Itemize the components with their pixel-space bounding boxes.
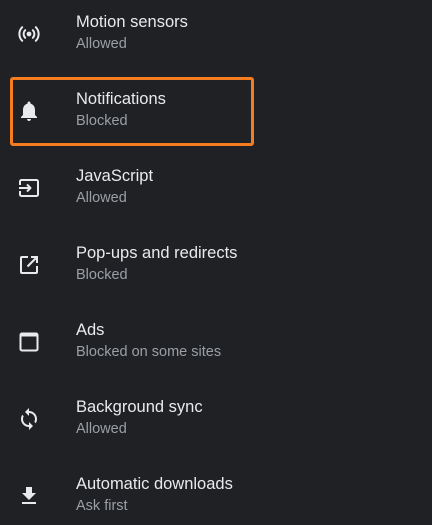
external-link-icon bbox=[17, 253, 41, 277]
setting-item-automatic-downloads[interactable]: Automatic downloads Ask first bbox=[0, 474, 432, 525]
setting-status: Blocked bbox=[76, 267, 128, 283]
setting-status: Ask first bbox=[76, 498, 128, 514]
download-icon bbox=[17, 484, 41, 508]
setting-item-popups-redirects[interactable]: Pop-ups and redirects Blocked bbox=[0, 243, 432, 303]
setting-status: Blocked on some sites bbox=[76, 344, 222, 360]
setting-title: Ads bbox=[76, 321, 105, 339]
site-settings-list: Motion sensors Allowed Notifications Blo… bbox=[0, 0, 432, 525]
setting-item-javascript[interactable]: JavaScript Allowed bbox=[0, 166, 432, 226]
setting-title: JavaScript bbox=[76, 167, 154, 185]
setting-item-notifications[interactable]: Notifications Blocked bbox=[0, 89, 432, 149]
setting-status: Allowed bbox=[76, 36, 127, 52]
setting-title: Automatic downloads bbox=[76, 475, 233, 493]
sync-icon bbox=[17, 407, 41, 431]
setting-status: Blocked bbox=[76, 113, 128, 129]
setting-title: Pop-ups and redirects bbox=[76, 244, 238, 262]
setting-title: Notifications bbox=[76, 90, 166, 108]
setting-item-ads[interactable]: Ads Blocked on some sites bbox=[0, 320, 432, 380]
setting-status: Allowed bbox=[76, 190, 127, 206]
setting-title: Background sync bbox=[76, 398, 203, 416]
javascript-icon bbox=[17, 176, 41, 200]
setting-title: Motion sensors bbox=[76, 13, 188, 31]
setting-item-background-sync[interactable]: Background sync Allowed bbox=[0, 397, 432, 457]
setting-status: Allowed bbox=[76, 421, 127, 437]
motion-sensor-icon bbox=[17, 22, 41, 46]
setting-item-motion-sensors[interactable]: Motion sensors Allowed bbox=[0, 12, 432, 72]
bell-icon bbox=[17, 99, 41, 123]
ads-window-icon bbox=[17, 330, 41, 354]
